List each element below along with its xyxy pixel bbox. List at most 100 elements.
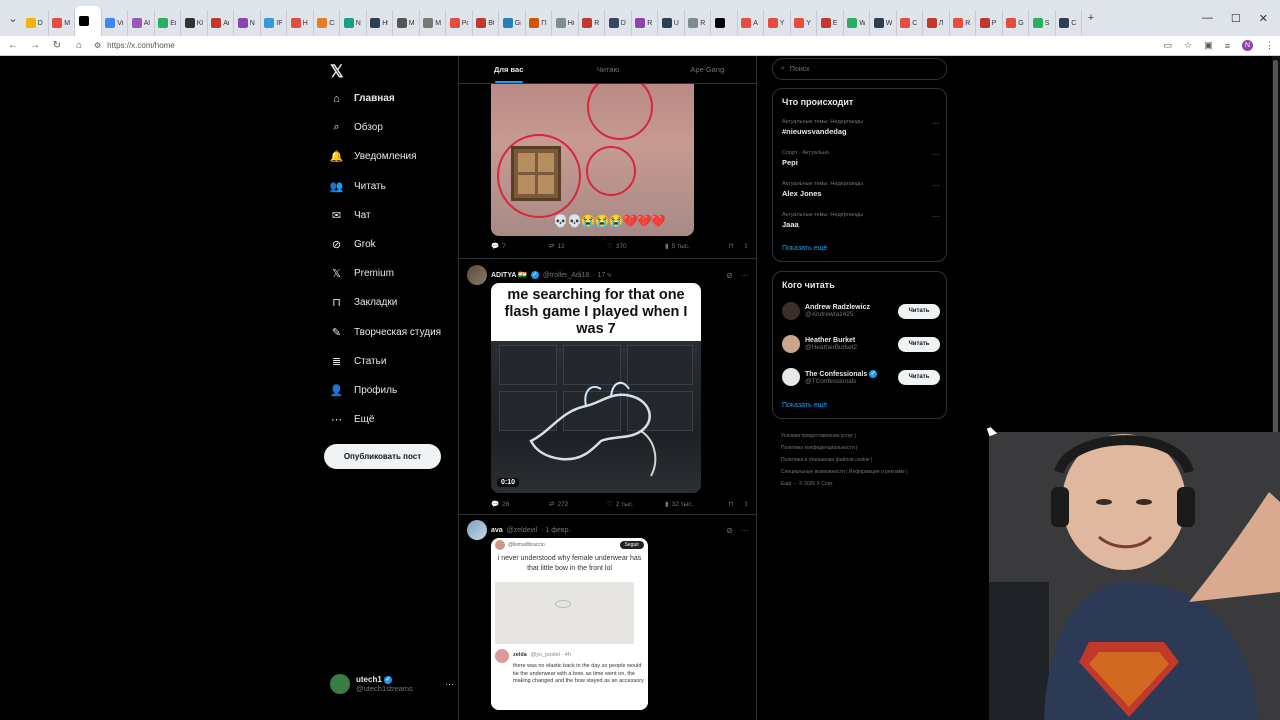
star-icon[interactable]: ☆ [1184,40,1192,51]
browser-tab[interactable]: Ei [155,10,181,36]
browser-tab[interactable]: D [22,10,49,36]
scrollbar-thumb[interactable] [1273,60,1278,480]
browser-tab[interactable]: Kl [181,10,208,36]
tab-list-icon[interactable]: ⌄ [4,12,22,25]
nav-item-8[interactable]: ✎ Творческая студия [330,326,441,339]
browser-tab[interactable]: Vi [102,10,128,36]
browser-tab[interactable]: Bt [473,10,499,36]
menu-icon[interactable]: ≡ [1225,41,1230,51]
profile-avatar[interactable]: N [1242,40,1253,51]
post-video[interactable]: me searching for that one flash game I p… [491,283,701,493]
browser-tab[interactable]: S [1029,10,1056,36]
post-button[interactable]: Опубликовать пост [324,444,441,469]
post-more-icon[interactable]: ··· [741,526,749,535]
browser-tab[interactable]: N [234,10,261,36]
browser-tab[interactable]: Y [791,10,817,36]
nav-item-4[interactable]: ✉ Чат [330,209,371,222]
browser-tab[interactable]: Y [764,10,791,36]
grok-icon[interactable]: ⊘ [726,271,733,280]
repost-button[interactable]: ⇄ 272 [549,500,607,509]
trend-more-icon[interactable]: ··· [932,150,940,159]
bookmark-icon[interactable]: ⊓ [728,242,733,250]
follow-button[interactable]: Читать [898,303,940,319]
nav-item-9[interactable]: ≣ Статьи [330,355,387,368]
nav-item-10[interactable]: 👤 Профиль [330,384,398,397]
suggestion-avatar[interactable] [782,335,800,353]
search-input[interactable]: Поиск [790,66,809,73]
suggestion-avatar[interactable] [782,302,800,320]
footer-link-terms[interactable]: Условия предоставления услуг [781,433,853,439]
post-avatar[interactable] [467,265,487,285]
suggestion-avatar[interactable] [782,368,800,386]
bookmark-icon[interactable]: ⊓ [728,500,733,508]
browser-tab[interactable]: U [658,10,685,36]
nav-item-2[interactable]: 🔔 Уведомления [330,150,417,163]
post-image[interactable]: 💀💀😭😭😭💔💔❤️ [491,84,694,236]
follow-suggestion[interactable]: The Confessionals ✓ @TConfessionals Читать [782,368,940,386]
grok-icon[interactable]: ⊘ [726,526,733,535]
browser-tab[interactable]: Hi [552,10,579,36]
browser-tab[interactable]: N [340,10,367,36]
trends-show-more[interactable]: Показать ещё [782,245,827,252]
share-icon[interactable]: ⇪ [744,242,749,250]
maximize-icon[interactable]: ☐ [1231,12,1241,25]
follow-button[interactable]: Читать [898,336,940,352]
url-field[interactable]: ⚙ https://x.com/home [94,41,175,50]
views-button[interactable]: ▮ 5 тыс. [665,242,723,251]
home-browser-icon[interactable]: ⌂ [72,40,86,51]
footer-link-accessibility[interactable]: Специальные возможности [781,469,845,475]
post-avatar[interactable] [467,520,487,540]
nav-item-1[interactable]: ⌕ Обзор [330,121,382,134]
trend-item[interactable]: Актуальные темы: Нидерланды #nieuwsvanded… [782,119,940,136]
tab-following[interactable]: Читаю [558,56,657,83]
trend-more-icon[interactable]: ··· [932,181,940,190]
browser-tab[interactable] [711,10,738,36]
reload-icon[interactable]: ↻ [50,40,64,51]
post-time[interactable]: · 17 ч [593,272,611,279]
browser-tab[interactable]: CI [314,10,340,36]
reply-button[interactable]: 💬 26 [491,500,549,509]
follow-suggestion[interactable]: Andrew Radzlewicz @Andrewraz425 Читать [782,302,940,320]
follow-suggestion[interactable]: Heather Burket @HeatherBurket2 Читать [782,335,940,353]
browser-tab[interactable]: D [605,10,632,36]
tab-ape-gang[interactable]: Ape Gang [658,56,756,83]
views-button[interactable]: ▮ 32 тыс. [665,500,723,509]
share-icon[interactable]: ⇪ [744,500,749,508]
nav-item-5[interactable]: ⊘ Grok [330,238,376,251]
more-vert-icon[interactable]: ⋮ [1265,40,1274,51]
browser-tab[interactable]: H [287,10,314,36]
footer-link-more[interactable]: Ещё ··· [781,481,798,487]
post-handle[interactable]: @zeldevil [507,527,537,534]
browser-tab[interactable]: W [844,10,870,36]
who-show-more[interactable]: Показать ещё [782,402,827,409]
search-box[interactable]: ⌕ Поиск [772,58,947,80]
like-button[interactable]: ♡ 2 тыс. [607,500,665,509]
browser-tab[interactable]: Al [128,10,155,36]
browser-tab[interactable]: Гl [526,10,552,36]
nav-item-7[interactable]: ⊓ Закладки [330,296,397,309]
post-time[interactable]: · 1 февр. [541,527,570,534]
browser-tab[interactable]: R [950,10,976,36]
trend-item[interactable]: Спорт · Актуально Pepi ··· [782,150,940,167]
browser-tab[interactable]: C [1056,10,1082,36]
browser-tab[interactable]: C [897,10,923,36]
post-author[interactable]: ADITYA 🇮🇳 [491,271,527,279]
browser-tab[interactable]: W [870,10,897,36]
cast-icon[interactable]: ▭ [1164,40,1173,51]
browser-tab[interactable]: M [393,10,420,36]
browser-tab[interactable]: R [632,10,658,36]
browser-tab[interactable]: Л [923,10,950,36]
browser-tab[interactable]: IP [261,10,287,36]
account-switcher[interactable]: utech1 ✓ @utech1streams ··· [330,674,454,694]
post-more-icon[interactable]: ··· [741,271,749,280]
post-author[interactable]: ava [491,527,503,534]
browser-tab[interactable] [75,6,102,36]
browser-tab[interactable]: P [976,10,1003,36]
new-tab-icon[interactable]: + [1082,12,1100,24]
minimize-icon[interactable]: — [1202,12,1213,24]
browser-tab[interactable]: M [49,10,75,36]
trend-item[interactable]: Актуальные темы: Нидерланды Jaaa ··· [782,212,940,229]
close-window-icon[interactable]: ✕ [1259,12,1268,25]
repost-button[interactable]: ⇄ 12 [549,242,607,251]
browser-tab[interactable]: Gi [499,10,526,36]
